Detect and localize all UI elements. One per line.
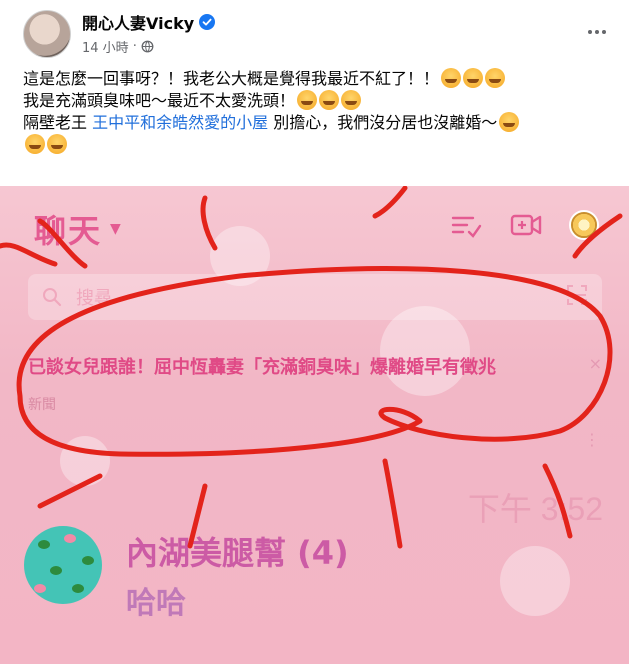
- rolling-laughing-emoji-icon: [341, 90, 362, 110]
- laughing-tears-emoji-icon: [441, 68, 462, 88]
- post-time[interactable]: 14 小時: [82, 37, 129, 56]
- post-text-3-suffix: 別擔心，我們沒分居也沒離婚～: [268, 113, 498, 132]
- pattern-dot: [38, 540, 50, 549]
- post-line-4: [23, 134, 613, 156]
- more-vertical-icon[interactable]: ⋮: [584, 430, 600, 449]
- meta-separator: ·: [132, 39, 137, 54]
- news-headline[interactable]: 已談女兒跟誰！屈中恆轟妻「充滿銅臭味」爆離婚早有徵兆: [28, 354, 558, 382]
- author-name[interactable]: 開心人妻Vicky: [82, 10, 194, 34]
- post-text-2: 我是充滿頭臭味吧～最近不太愛洗頭！: [23, 91, 296, 110]
- pattern-dot: [34, 584, 46, 593]
- verified-badge-icon: [199, 14, 216, 30]
- tagged-page-link[interactable]: 王中平和余皓然愛的小屋: [92, 113, 268, 132]
- search-icon: [43, 288, 62, 307]
- close-icon[interactable]: ×: [589, 354, 602, 373]
- news-source: 新聞: [28, 397, 56, 413]
- laughing-tears-emoji-icon: [485, 68, 506, 88]
- chat-group-name: 內湖美腿幫 (4): [126, 534, 349, 572]
- post-meta: 14 小時 ·: [82, 37, 154, 56]
- profile-avatar[interactable]: [569, 210, 599, 240]
- post-header: 開心人妻Vicky 14 小時 ·: [0, 0, 629, 64]
- chat-list-item[interactable]: 內湖美腿幫 (4) 哈哈: [24, 526, 614, 626]
- hugging-emoji-icon: [47, 134, 67, 154]
- group-avatar: [24, 526, 102, 604]
- search-placeholder: 搜尋: [76, 288, 112, 309]
- qr-scan-icon[interactable]: [566, 284, 588, 306]
- hugging-emoji-icon: [499, 112, 520, 132]
- chat-toolbar: [449, 210, 599, 240]
- chat-last-message: 哈哈: [126, 586, 186, 621]
- laughing-tears-emoji-icon: [463, 68, 484, 88]
- caret-down-icon: ▼: [110, 221, 123, 237]
- chat-timestamp: 下午 3:52: [467, 491, 603, 527]
- pattern-dot: [64, 534, 76, 543]
- chat-header[interactable]: 聊天 ▼: [34, 206, 123, 252]
- post-line-2: 我是充滿頭臭味吧～最近不太愛洗頭！: [23, 90, 613, 112]
- post-line-3: 隔壁老王 王中平和余皓然愛的小屋 別擔心，我們沒分居也沒離婚～: [23, 112, 613, 134]
- dot-icon: [588, 30, 592, 34]
- video-call-icon[interactable]: [509, 210, 543, 240]
- author-avatar[interactable]: [23, 10, 71, 58]
- rolling-laughing-emoji-icon: [319, 90, 340, 110]
- dot-icon: [602, 30, 606, 34]
- embedded-screenshot[interactable]: 聊天 ▼ 搜尋 已談女兒跟誰！屈中恆轟妻「充滿銅臭味」爆離婚早有徵兆 新聞 × …: [0, 186, 629, 664]
- edit-list-icon[interactable]: [449, 210, 483, 240]
- rolling-laughing-emoji-icon: [297, 90, 318, 110]
- post-line-1: 這是怎麼一回事呀？！我老公大概是覺得我最近不紅了！！: [23, 68, 613, 90]
- post-options-button[interactable]: [583, 18, 611, 46]
- pattern-dot: [72, 584, 84, 593]
- globe-icon[interactable]: [141, 40, 154, 53]
- chat-title: 聊天: [34, 212, 103, 250]
- author-name-row: 開心人妻Vicky: [82, 10, 216, 34]
- hugging-emoji-icon: [25, 134, 45, 154]
- post-text-1: 這是怎麼一回事呀？！我老公大概是覺得我最近不紅了！！: [23, 69, 440, 88]
- pattern-dot: [50, 566, 62, 575]
- post-text-3-prefix: 隔壁老王: [23, 113, 93, 132]
- post-body: 這是怎麼一回事呀？！我老公大概是覺得我最近不紅了！！ 我是充滿頭臭味吧～最近不太…: [23, 68, 613, 156]
- dot-icon: [595, 30, 599, 34]
- bokeh-sparkle: [60, 436, 110, 486]
- search-input[interactable]: 搜尋: [28, 274, 602, 320]
- pattern-dot: [82, 556, 94, 565]
- news-card[interactable]: 已談女兒跟誰！屈中恆轟妻「充滿銅臭味」爆離婚早有徵兆 新聞 × ⋮: [28, 354, 608, 449]
